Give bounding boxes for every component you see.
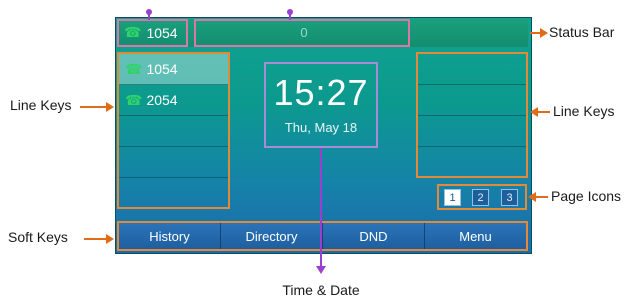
page-icon-3[interactable]: 3 (501, 189, 518, 206)
line-key-3[interactable] (119, 116, 228, 147)
antenna-pin-dot (146, 9, 152, 15)
left-line-keys: ☎ 1054 ☎ 2054 (117, 52, 230, 209)
time-date-arrowhead (316, 266, 326, 274)
soft-key-dnd[interactable]: DND (323, 223, 425, 249)
callout-line-keys-right: Line Keys (553, 103, 615, 119)
soft-key-directory[interactable]: Directory (221, 223, 323, 249)
soft-key-history[interactable]: History (119, 223, 221, 249)
status-account: ☎ 1054 (124, 24, 178, 41)
right-line-keys (416, 52, 528, 178)
line-key-label: 1054 (146, 61, 178, 77)
soft-keys-bar: History Directory DND Menu (117, 221, 528, 251)
right-line-key-1[interactable] (418, 54, 526, 85)
soft-keys-arrowhead (106, 234, 114, 244)
page-icons-arrow-line (534, 196, 548, 198)
line-keys-right-arrow-line (536, 111, 550, 113)
status-account-label: 1054 (146, 24, 178, 41)
line-key-5[interactable] (119, 178, 228, 207)
handset-icon: ☎ (125, 91, 143, 108)
line-keys-left-arrow-line (80, 106, 108, 108)
page-icon-1[interactable]: 1 (444, 189, 461, 206)
page-icon-2[interactable]: 2 (472, 189, 489, 206)
line-key-label: 2054 (146, 92, 178, 108)
clock-date: Thu, May 18 (284, 120, 358, 135)
antenna-pin-dot (287, 9, 293, 15)
line-key-2[interactable]: ☎ 2054 (119, 85, 228, 116)
callout-time-date: Time & Date (282, 282, 360, 298)
status-bar-arrowhead (540, 28, 548, 38)
callout-soft-keys: Soft Keys (8, 229, 68, 245)
soft-key-menu[interactable]: Menu (425, 223, 526, 249)
right-line-key-2[interactable] (418, 85, 526, 116)
soft-keys-arrow-line (84, 238, 108, 240)
line-key-1[interactable]: ☎ 1054 (119, 54, 228, 85)
right-line-key-3[interactable] (418, 116, 526, 147)
clock-time: 15:27 (273, 72, 369, 113)
handset-icon: ☎ (125, 60, 143, 77)
status-center-indicator: 0 (300, 25, 308, 40)
time-date-pointer-line (320, 148, 322, 268)
handset-icon: ☎ (124, 24, 142, 40)
callout-line-keys-left: Line Keys (10, 97, 72, 113)
callout-status-bar: Status Bar (549, 24, 615, 40)
line-key-4[interactable] (119, 147, 228, 178)
callout-page-icons: Page Icons (551, 188, 622, 204)
line-keys-left-arrowhead (106, 102, 114, 112)
right-line-key-4[interactable] (418, 147, 526, 176)
